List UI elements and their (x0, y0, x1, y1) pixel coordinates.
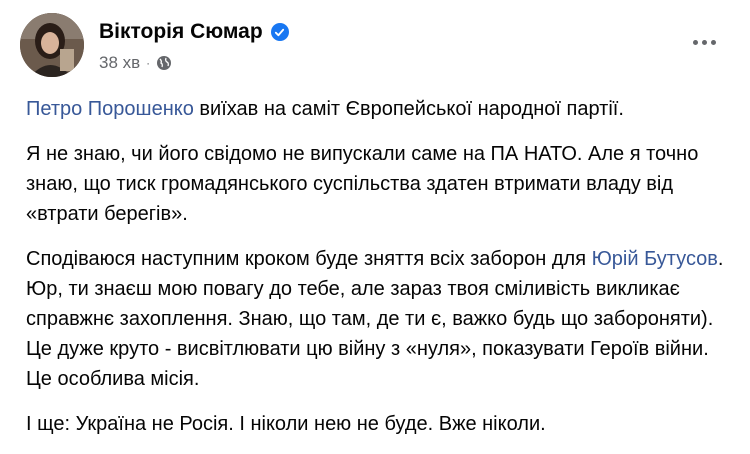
globe-icon[interactable] (156, 55, 172, 71)
post-body: Петро Порошенко виїхав на саміт Європейс… (26, 94, 726, 454)
author-header: Вікторія Сюмар (99, 20, 289, 44)
post-timestamp[interactable]: 38 хв (99, 53, 140, 73)
paragraph-text: виїхав на саміт Європейської народної па… (193, 98, 624, 120)
more-dot (692, 39, 698, 45)
verified-badge-icon (270, 23, 289, 41)
paragraph-text: І ще: Україна не Росія. І ніколи нею не … (26, 413, 546, 435)
author-name[interactable]: Вікторія Сюмар (99, 20, 263, 44)
post-paragraph: Петро Порошенко виїхав на саміт Європейс… (26, 94, 726, 124)
post-paragraph: Я не знаю, чи його свідомо не випускали … (26, 139, 726, 229)
post-meta: 38 хв · (99, 53, 172, 73)
paragraph-text: Я не знаю, чи його свідомо не випускали … (26, 143, 699, 225)
more-dot (710, 39, 716, 45)
more-options-icon[interactable] (684, 28, 724, 56)
more-dot (701, 39, 707, 45)
post-paragraph: Сподіваюся наступним кроком буде зняття … (26, 244, 726, 394)
author-avatar[interactable] (20, 13, 84, 77)
paragraph-text: Сподіваюся наступним кроком буде зняття … (26, 248, 592, 270)
facebook-post: Вікторія Сюмар 38 хв · Петро Порошенко в… (0, 0, 750, 435)
mention-link[interactable]: Юрій Бутусов (592, 248, 718, 270)
post-paragraph: І ще: Україна не Росія. І ніколи нею не … (26, 409, 726, 439)
meta-separator: · (146, 56, 151, 70)
mention-link[interactable]: Петро Порошенко (26, 98, 194, 120)
